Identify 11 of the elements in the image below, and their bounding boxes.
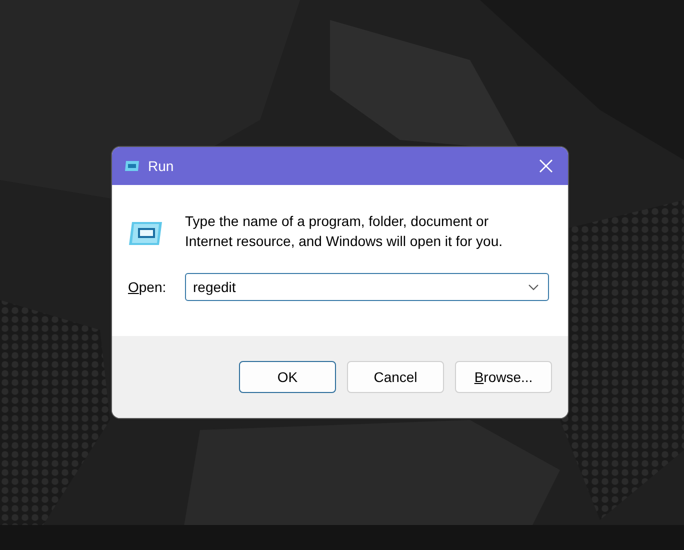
run-icon xyxy=(124,160,140,172)
dialog-button[interactable]: Browse... xyxy=(455,361,552,393)
dialog-button[interactable]: OK xyxy=(239,361,336,393)
dialog-button[interactable]: Cancel xyxy=(347,361,444,393)
run-icon xyxy=(128,221,163,246)
close-icon xyxy=(539,159,553,173)
chevron-down-icon xyxy=(528,284,539,290)
instruction-text: Type the name of a program, folder, document or Internet resource, and Windows will open it for you. xyxy=(185,212,502,251)
open-label: Open: xyxy=(128,279,168,295)
command-dropdown[interactable]: regedit xyxy=(185,273,549,301)
window-title: Run xyxy=(148,158,174,174)
